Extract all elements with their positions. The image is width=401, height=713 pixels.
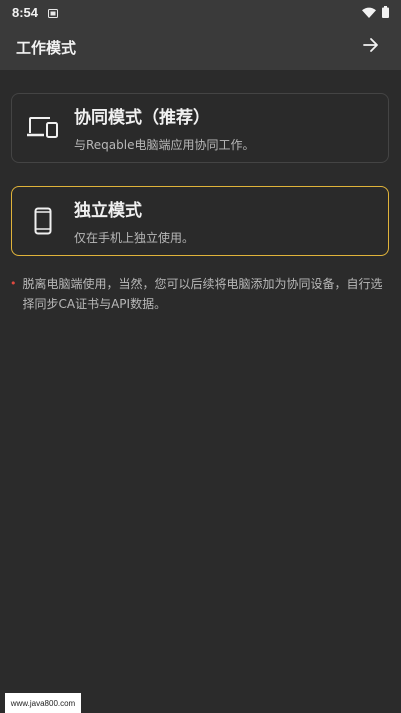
status-bar: 8:54 [0,0,401,24]
collaborative-mode-text: 协同模式（推荐） 与Reqable电脑端应用协同工作。 [74,103,255,153]
mode-note: • 脱离电脑端使用，当然，您可以后续将电脑添加为协同设备，自行选择同步CA证书与… [10,274,392,314]
screen: 8:54 工作模式 协同模式（推荐） 与Reqable电脑端应用协同工作。 独立… [0,0,401,713]
collaborative-mode-description: 与Reqable电脑端应用协同工作。 [74,138,255,152]
standalone-mode-text: 独立模式 仅在手机上独立使用。 [74,196,194,246]
watermark: www.java800.com [5,693,81,713]
standalone-mode-description: 仅在手机上独立使用。 [74,231,195,245]
collaborative-mode-title: 协同模式（推荐） [74,108,210,128]
note-bullet: • [10,277,17,290]
wifi-icon [362,3,376,22]
collaborative-mode-card[interactable]: 协同模式（推荐） 与Reqable电脑端应用协同工作。 [11,93,389,163]
app-bar: 工作模式 [0,24,401,70]
standalone-mode-card[interactable]: 独立模式 仅在手机上独立使用。 [11,186,389,256]
battery-icon [382,3,389,22]
smartphone-icon [12,186,74,256]
arrow-right-icon [362,36,380,58]
next-button[interactable] [357,33,385,61]
status-time: 8:54 [12,4,39,20]
status-right [362,3,389,22]
devices-icon [12,93,74,163]
page-title: 工作模式 [16,38,77,57]
standalone-mode-title: 独立模式 [74,201,142,221]
note-text: 脱离电脑端使用，当然，您可以后续将电脑添加为协同设备，自行选择同步CA证书与AP… [22,277,383,311]
sim-card-icon [48,3,59,22]
status-left: 8:54 [12,3,59,22]
